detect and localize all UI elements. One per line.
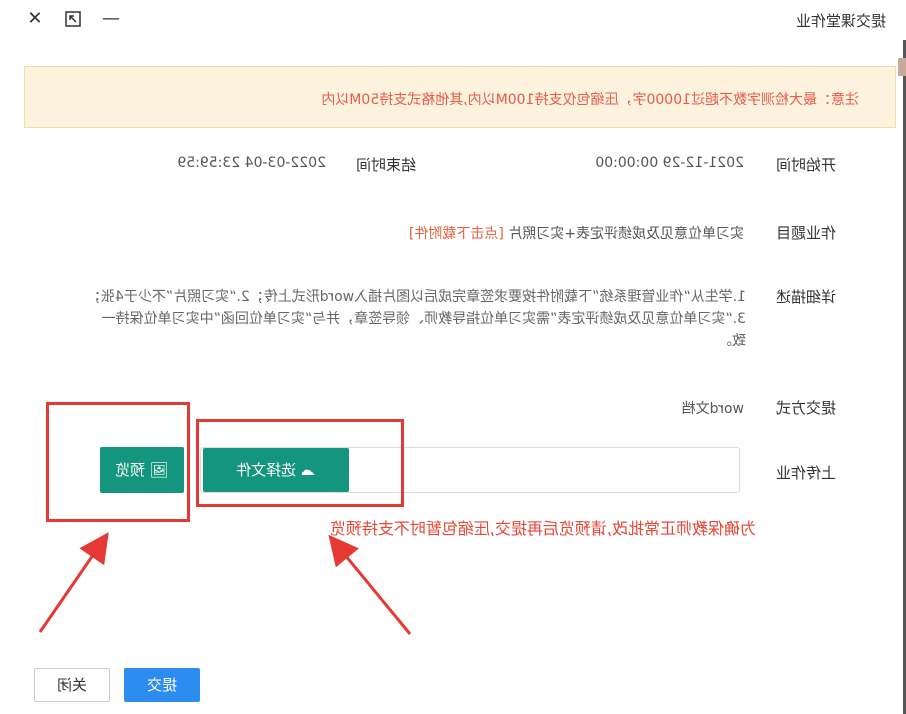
submit-button[interactable]: 提交 bbox=[124, 668, 200, 702]
annotation-arrow-right bbox=[38, 532, 109, 633]
annotation-arrow-left bbox=[328, 534, 412, 635]
annotation-arrows bbox=[38, 532, 412, 635]
close-button[interactable]: 关闭 bbox=[34, 668, 110, 702]
dialog-window: 提交课堂作业 — ✕ 注意：最大检测字数不超过10000字，压缩包仅支持100M… bbox=[0, 0, 906, 714]
